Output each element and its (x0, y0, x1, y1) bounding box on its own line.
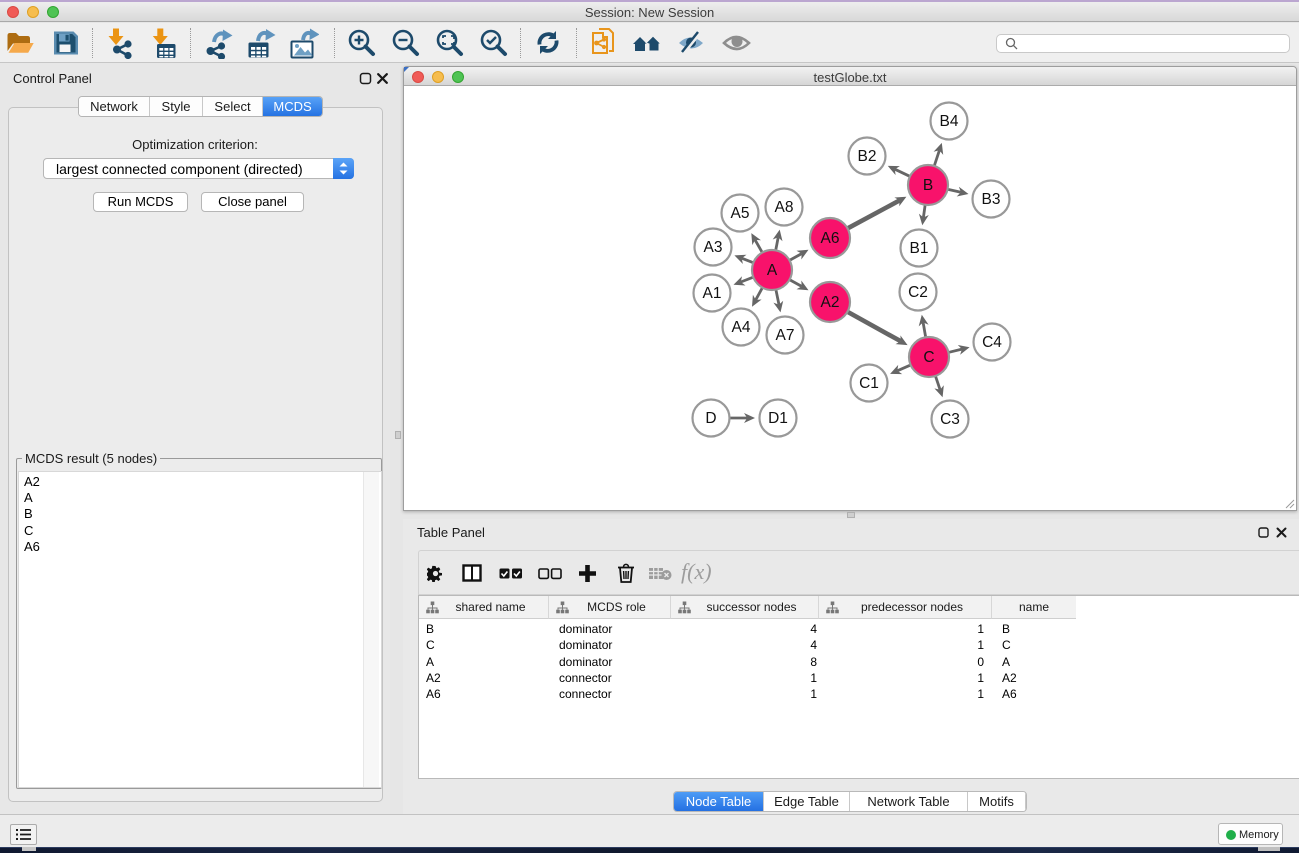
svg-text:A6: A6 (821, 230, 840, 247)
svg-text:A: A (767, 262, 778, 279)
svg-text:A3: A3 (704, 239, 723, 256)
svg-text:A5: A5 (731, 205, 750, 222)
svg-text:C3: C3 (940, 411, 960, 428)
svg-text:C1: C1 (859, 375, 879, 392)
svg-text:A8: A8 (775, 199, 794, 216)
svg-text:A1: A1 (703, 285, 722, 302)
svg-text:A7: A7 (776, 327, 795, 344)
svg-text:B1: B1 (910, 240, 929, 257)
svg-text:B: B (923, 177, 933, 194)
svg-text:C4: C4 (982, 334, 1002, 351)
svg-text:C2: C2 (908, 284, 928, 301)
svg-text:B4: B4 (940, 113, 959, 130)
svg-text:B3: B3 (982, 191, 1001, 208)
svg-text:A4: A4 (732, 319, 751, 336)
svg-text:D: D (705, 410, 716, 427)
svg-text:D1: D1 (768, 410, 788, 427)
svg-text:B2: B2 (858, 148, 877, 165)
svg-text:C: C (923, 349, 934, 366)
svg-text:A2: A2 (821, 294, 840, 311)
